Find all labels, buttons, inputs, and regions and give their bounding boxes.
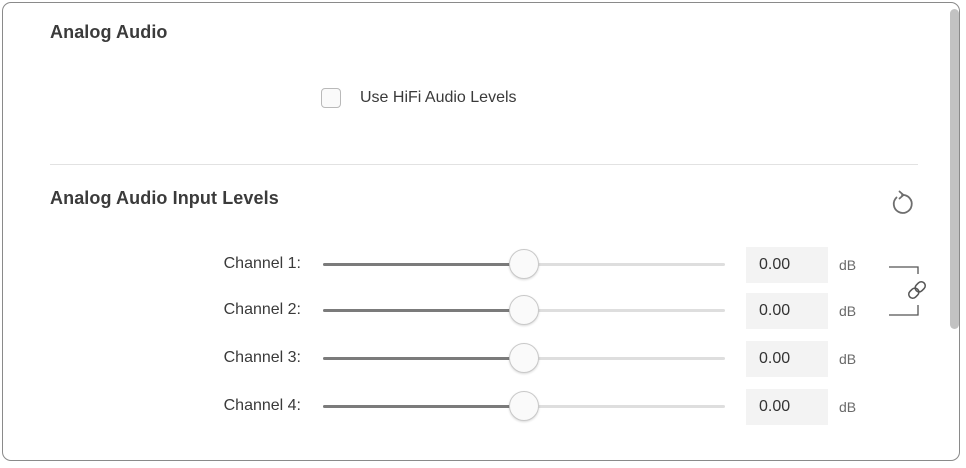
channel-row-4: Channel 4: dB (3, 387, 933, 427)
slider-fill (323, 309, 524, 312)
channel-2-value-field[interactable] (746, 293, 828, 329)
channel-3-level-slider[interactable] (323, 343, 725, 373)
section-divider (50, 164, 918, 165)
slider-thumb[interactable] (509, 391, 539, 421)
hifi-audio-levels-checkbox-row[interactable]: Use HiFi Audio Levels (321, 85, 517, 111)
channel-1-value-field[interactable] (746, 247, 828, 283)
slider-fill (323, 263, 524, 266)
section-title-input-levels: Analog Audio Input Levels (50, 188, 279, 208)
hifi-audio-levels-label[interactable]: Use HiFi Audio Levels (360, 89, 517, 107)
channel-3-value-field[interactable] (746, 341, 828, 377)
channel-2-level-slider[interactable] (323, 295, 725, 325)
channel-4-value-field[interactable] (746, 389, 828, 425)
channel-row-2: Channel 2: dB (3, 291, 933, 331)
channel-label: Channel 4: (223, 397, 301, 414)
channel-label: Channel 1: (223, 255, 301, 272)
unit-label: dB (839, 257, 857, 273)
channel-label: Channel 2: (223, 301, 301, 318)
scrollbar-thumb[interactable] (950, 9, 959, 329)
link-icon (889, 266, 926, 316)
slider-thumb[interactable] (509, 249, 539, 279)
analog-audio-panel: Analog Audio Use HiFi Audio Levels Analo… (2, 2, 960, 461)
channel-4-level-slider[interactable] (323, 391, 725, 421)
slider-fill (323, 357, 524, 360)
channel-row-1: Channel 1: dB (3, 245, 933, 285)
slider-thumb[interactable] (509, 295, 539, 325)
channel-1-level-slider[interactable] (323, 249, 725, 279)
slider-thumb[interactable] (509, 343, 539, 373)
channel-label: Channel 3: (223, 349, 301, 366)
channel-row-3: Channel 3: dB (3, 339, 933, 379)
section-title-analog-audio: Analog Audio (50, 22, 168, 42)
link-channels-button[interactable] (887, 261, 937, 321)
reset-icon (892, 190, 913, 214)
slider-fill (323, 405, 524, 408)
unit-label: dB (839, 399, 857, 415)
hifi-audio-levels-checkbox[interactable] (321, 88, 341, 108)
unit-label: dB (839, 351, 857, 367)
reset-button[interactable] (887, 187, 917, 217)
unit-label: dB (839, 303, 857, 319)
